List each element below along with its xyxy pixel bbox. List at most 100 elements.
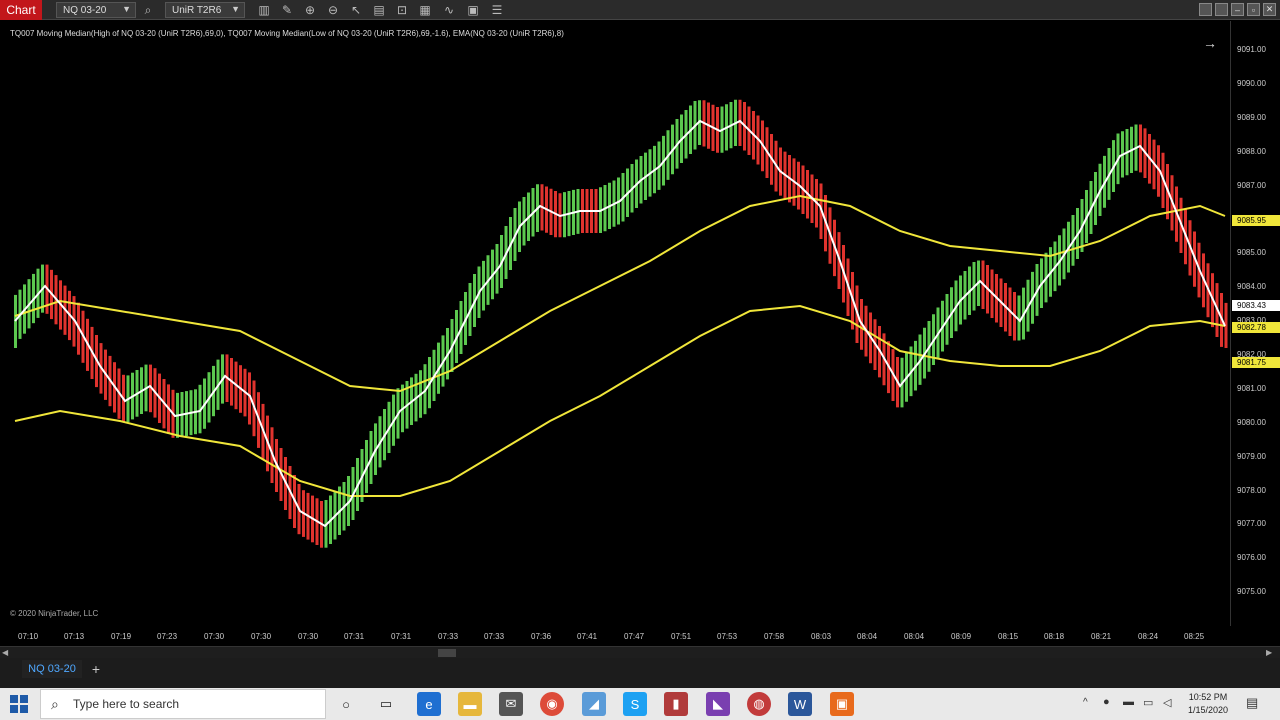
time-tick-label: 07:30 bbox=[298, 632, 319, 641]
time-tick-label: 07:41 bbox=[577, 632, 598, 641]
cortana-icon[interactable]: ○ bbox=[334, 692, 358, 716]
price-tick-label: 9076.00 bbox=[1237, 553, 1266, 562]
windows-taskbar: ⌕ Type here to search ○ ▭ e ▬ ✉ ◉ ◢ S ▮ … bbox=[0, 688, 1280, 720]
search-placeholder: Type here to search bbox=[73, 697, 180, 711]
zoom-in-icon[interactable]: ⊕ bbox=[302, 2, 318, 18]
price-tick-label: 9080.00 bbox=[1237, 418, 1266, 427]
tab-nq-03-20[interactable]: NQ 03-20 bbox=[22, 660, 82, 678]
indicators-icon[interactable]: ∿ bbox=[441, 2, 457, 18]
add-tab-button[interactable]: + bbox=[88, 660, 104, 678]
instrument-selector[interactable]: NQ 03-20 ▼ bbox=[56, 2, 136, 18]
indicator-label: TQ007 Moving Median(High of NQ 03-20 (Un… bbox=[10, 29, 564, 38]
templates-icon[interactable]: ▣ bbox=[465, 2, 481, 18]
time-tick-label: 07:30 bbox=[204, 632, 225, 641]
clock-time: 10:52 PM bbox=[1188, 692, 1228, 702]
restore-icon[interactable] bbox=[1215, 3, 1228, 16]
word-icon[interactable]: W bbox=[788, 692, 812, 716]
app-icon[interactable]: ▣ bbox=[830, 692, 854, 716]
battery-icon[interactable]: ▬ bbox=[1123, 696, 1134, 708]
price-tick-label: 9077.00 bbox=[1237, 519, 1266, 528]
price-tick-label: 9079.00 bbox=[1237, 452, 1266, 461]
price-tick-label: 9088.00 bbox=[1237, 147, 1266, 156]
price-tick-label: 9087.00 bbox=[1237, 181, 1266, 190]
price-marker: 9085.95 bbox=[1232, 215, 1280, 226]
clock-date: 1/15/2020 bbox=[1187, 705, 1229, 715]
minimize-button[interactable]: – bbox=[1231, 3, 1244, 16]
time-tick-label: 07:31 bbox=[344, 632, 365, 641]
strategies-icon[interactable]: ▦ bbox=[417, 2, 433, 18]
time-tick-label: 07:53 bbox=[717, 632, 738, 641]
price-tick-label: 9090.00 bbox=[1237, 79, 1266, 88]
data-box-icon[interactable]: ▤ bbox=[371, 2, 387, 18]
search-icon: ⌕ bbox=[51, 696, 59, 712]
bars-icon[interactable]: ▥ bbox=[256, 2, 272, 18]
price-tick-label: 9081.00 bbox=[1237, 384, 1266, 393]
time-tick-label: 07:19 bbox=[111, 632, 132, 641]
file-explorer-icon[interactable]: ▬ bbox=[458, 692, 482, 716]
arrow-right-icon[interactable]: → bbox=[1203, 35, 1217, 51]
pencil-icon[interactable]: ✎ bbox=[279, 2, 295, 18]
app-icon[interactable]: ◢ bbox=[582, 692, 606, 716]
chart-window-tab[interactable]: Chart bbox=[0, 0, 42, 20]
network-icon[interactable]: ▭ bbox=[1143, 696, 1153, 709]
time-tick-label: 08:25 bbox=[1184, 632, 1205, 641]
price-marker: 9081.75 bbox=[1232, 357, 1280, 368]
ninjatrader-icon[interactable]: ◍ bbox=[747, 692, 771, 716]
time-tick-label: 07:51 bbox=[671, 632, 692, 641]
maximize-button[interactable]: ▫ bbox=[1247, 3, 1260, 16]
price-tick-label: 9075.00 bbox=[1237, 587, 1266, 596]
chart-toolbar: Chart NQ 03-20 ▼ ⌕ UniR T2R6 ▼ ▥ ✎ ⊕ ⊖ ↖… bbox=[0, 0, 1280, 20]
time-tick-label: 08:09 bbox=[951, 632, 972, 641]
zoom-out-icon[interactable]: ⊖ bbox=[325, 2, 341, 18]
price-tick-label: 9091.00 bbox=[1237, 45, 1266, 54]
skype-icon[interactable]: S bbox=[623, 692, 647, 716]
time-tick-label: 07:36 bbox=[531, 632, 552, 641]
edge-icon[interactable]: e bbox=[417, 692, 441, 716]
time-tick-label: 08:04 bbox=[904, 632, 925, 641]
chevron-down-icon: ▼ bbox=[122, 4, 131, 14]
pointer-icon[interactable]: ↖ bbox=[348, 2, 364, 18]
mail-icon[interactable]: ✉ bbox=[499, 692, 523, 716]
time-tick-label: 07:58 bbox=[764, 632, 785, 641]
search-icon[interactable]: ⌕ bbox=[140, 2, 156, 18]
scroll-thumb[interactable] bbox=[438, 649, 456, 657]
app-icon[interactable]: ◣ bbox=[706, 692, 730, 716]
instrument-value: NQ 03-20 bbox=[63, 4, 107, 16]
time-tick-label: 07:33 bbox=[438, 632, 459, 641]
upper-median-band bbox=[14, 194, 1226, 393]
price-tick-label: 9084.00 bbox=[1237, 282, 1266, 291]
notifications-icon[interactable]: ▤ bbox=[1246, 695, 1258, 711]
taskbar-clock[interactable]: 10:52 PM 1/15/2020 bbox=[1180, 691, 1236, 717]
horizontal-scrollbar[interactable]: ◀ ▶ bbox=[0, 646, 1280, 658]
bar-type-selector[interactable]: UniR T2R6 ▼ bbox=[165, 2, 245, 18]
task-view-icon[interactable]: ▭ bbox=[374, 692, 398, 716]
chevron-down-icon: ▼ bbox=[231, 4, 240, 14]
time-tick-label: 07:30 bbox=[251, 632, 272, 641]
time-tick-label: 08:15 bbox=[998, 632, 1019, 641]
close-button[interactable]: ✕ bbox=[1263, 3, 1276, 16]
minimize-icon[interactable] bbox=[1199, 3, 1212, 16]
price-axis[interactable]: 9091.00 9090.00 9089.00 9088.00 9087.00 9085.… bbox=[1230, 21, 1280, 626]
time-tick-label: 08:21 bbox=[1091, 632, 1112, 641]
time-axis[interactable]: 07:10 07:13 07:19 07:23 07:30 07:30 07:30 07:31… bbox=[0, 628, 1230, 646]
chrome-icon[interactable]: ◉ bbox=[540, 692, 564, 716]
app-icon[interactable]: ▮ bbox=[664, 692, 688, 716]
time-tick-label: 08:04 bbox=[857, 632, 878, 641]
microphone-icon[interactable]: ● bbox=[1103, 696, 1110, 708]
time-tick-label: 08:18 bbox=[1044, 632, 1065, 641]
time-tick-label: 07:31 bbox=[391, 632, 412, 641]
chart-tab-bar: NQ 03-20 + bbox=[0, 658, 1280, 688]
chevron-up-icon[interactable]: ^ bbox=[1083, 697, 1088, 708]
price-chart[interactable] bbox=[0, 21, 1230, 626]
volume-icon[interactable]: ◁ bbox=[1163, 696, 1171, 709]
time-tick-label: 07:23 bbox=[157, 632, 178, 641]
list-icon[interactable]: ☰ bbox=[489, 2, 505, 18]
properties-icon[interactable]: ⊡ bbox=[394, 2, 410, 18]
windows-start-icon[interactable] bbox=[10, 695, 28, 713]
bar-type-value: UniR T2R6 bbox=[172, 4, 222, 16]
scroll-left-icon[interactable]: ◀ bbox=[2, 648, 8, 657]
time-tick-label: 07:13 bbox=[64, 632, 85, 641]
scroll-right-icon[interactable]: ▶ bbox=[1266, 648, 1272, 657]
price-tick-label: 9089.00 bbox=[1237, 113, 1266, 122]
taskbar-search-input[interactable]: ⌕ Type here to search bbox=[40, 689, 326, 719]
